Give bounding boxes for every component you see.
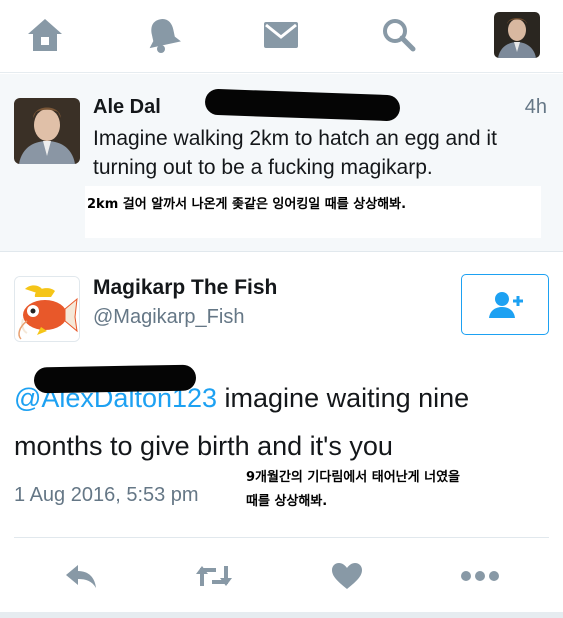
add-user-icon (489, 291, 523, 318)
redaction-mark (33, 364, 197, 394)
divider (14, 537, 549, 538)
tweet-timestamp[interactable]: 1 Aug 2016, 5:53 pm (14, 484, 199, 507)
divider (0, 612, 563, 618)
reply-author-avatar[interactable] (14, 98, 80, 164)
magikarp-avatar[interactable] (14, 276, 80, 342)
tweet-translation-caption: 9개월간의 기다림에서 태어난게 너였을 때를 상상해봐. (246, 466, 546, 514)
reply-icon[interactable] (61, 556, 101, 596)
redaction-mark (204, 88, 401, 122)
mail-icon[interactable] (260, 14, 302, 56)
retweet-icon[interactable] (194, 556, 234, 596)
search-icon[interactable] (378, 14, 420, 56)
profile-avatar[interactable] (494, 12, 540, 58)
more-icon[interactable] (460, 556, 500, 596)
translation-line: 9개월간의 기다림에서 태어난게 너였을 (246, 470, 460, 485)
tweet-actions (0, 546, 563, 606)
author-handle[interactable]: @Magikarp_Fish (93, 306, 244, 329)
reply-timestamp: 4h (524, 96, 547, 118)
replied-to-tweet[interactable]: Ale Dal 4h Imagine walking 2km to hatch … (0, 74, 563, 252)
reply-author-name[interactable]: Ale Dal (93, 96, 161, 119)
reply-translation-caption: 2km 걸어 알까서 나온게 좆같은 잉어킹일 때를 상상해봐. (85, 186, 541, 238)
bell-icon[interactable] (142, 14, 184, 56)
author-display-name[interactable]: Magikarp The Fish (93, 276, 277, 300)
reply-tweet-text: Imagine walking 2km to hatch an egg and … (93, 127, 497, 179)
follow-button[interactable] (461, 274, 549, 335)
home-icon[interactable] (24, 14, 66, 56)
translation-line: 때를 상상해봐. (246, 494, 328, 509)
like-icon[interactable] (327, 556, 367, 596)
top-navigation (0, 0, 563, 73)
